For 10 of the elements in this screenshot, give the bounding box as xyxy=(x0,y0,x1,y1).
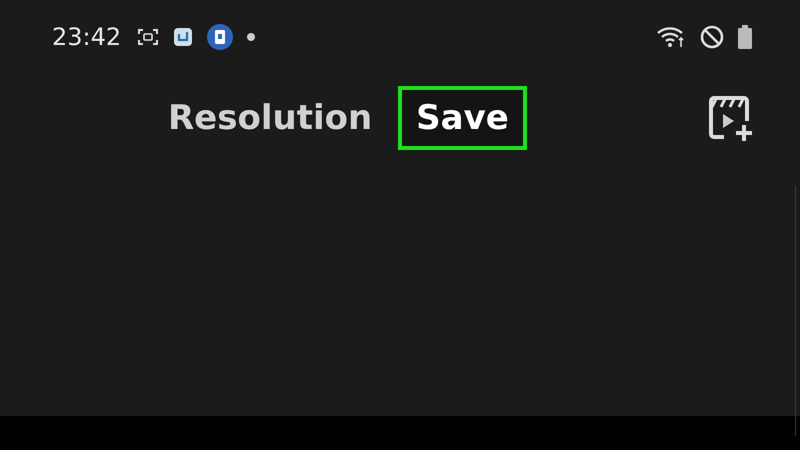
status-time: 23:42 xyxy=(52,23,122,51)
toolbar-button[interactable]: Save xyxy=(398,86,527,150)
app-icon xyxy=(173,27,194,47)
toolbar-button[interactable]: Resolution xyxy=(162,92,378,144)
battery-icon xyxy=(738,25,752,49)
wifi-icon xyxy=(656,26,686,48)
do-not-disturb-icon xyxy=(700,25,724,49)
notification-dot-icon xyxy=(247,33,256,41)
screenshot-icon xyxy=(137,28,160,46)
app-icon xyxy=(207,24,234,50)
